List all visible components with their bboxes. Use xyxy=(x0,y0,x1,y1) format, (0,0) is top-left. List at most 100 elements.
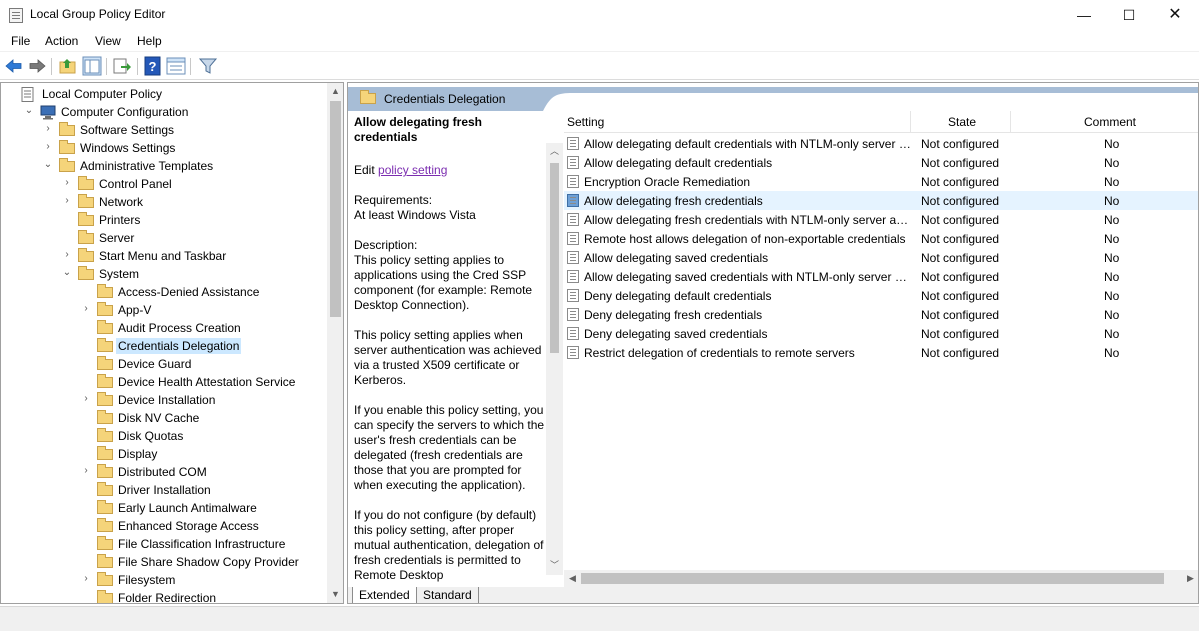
tree-node[interactable]: Folder Redirection xyxy=(1,589,325,603)
description-vertical-scrollbar[interactable]: ︿ ﹀ xyxy=(546,143,563,575)
tree-node[interactable]: Device Health Attestation Service xyxy=(1,373,325,391)
description-paragraph: If you enable this policy setting, you c… xyxy=(354,403,545,492)
tree-node[interactable]: › Start Menu and Taskbar xyxy=(1,247,325,265)
expand-chevron-icon[interactable]: › xyxy=(62,177,72,189)
show-hide-tree-icon[interactable] xyxy=(82,56,102,76)
menu-help[interactable]: Help xyxy=(137,34,162,48)
tree-node[interactable]: Early Launch Antimalware xyxy=(1,499,325,517)
menu-view[interactable]: View xyxy=(95,34,121,48)
column-header-setting[interactable]: Setting xyxy=(567,115,604,129)
policy-row[interactable]: Deny delegating default credentials Not c… xyxy=(564,286,1198,305)
policy-row[interactable]: Deny delegating saved credentials Not con… xyxy=(564,324,1198,343)
policy-row[interactable]: Deny delegating fresh credentials Not con… xyxy=(564,305,1198,324)
tree-node[interactable]: ⌄ System xyxy=(1,265,325,283)
menu-action[interactable]: Action xyxy=(45,34,78,48)
policy-setting-icon xyxy=(567,308,579,321)
no-expander xyxy=(81,519,91,531)
folder-icon xyxy=(97,356,113,370)
tree-node[interactable]: › Software Settings xyxy=(1,121,325,139)
expand-chevron-icon[interactable]: › xyxy=(81,573,91,585)
export-list-icon[interactable] xyxy=(112,56,132,76)
scroll-up-arrow-icon[interactable]: ▲ xyxy=(327,83,343,100)
tree-node[interactable]: Printers xyxy=(1,211,325,229)
policy-row[interactable]: Encryption Oracle Remediation Not configu… xyxy=(564,172,1198,191)
policy-row[interactable]: Allow delegating saved credentials with … xyxy=(564,267,1198,286)
scroll-up-arrow-icon[interactable]: ︿ xyxy=(546,143,563,160)
tree-node[interactable]: › Distributed COM xyxy=(1,463,325,481)
tree-node-label: Display xyxy=(118,447,158,461)
tree-node[interactable]: ⌄ Administrative Templates xyxy=(1,157,325,175)
expand-chevron-icon[interactable]: › xyxy=(62,249,72,261)
tree-node[interactable]: File Share Shadow Copy Provider xyxy=(1,553,325,571)
description-scroll-thumb[interactable] xyxy=(550,163,559,353)
no-expander xyxy=(81,321,91,333)
tree-node[interactable]: Disk NV Cache xyxy=(1,409,325,427)
minimize-button[interactable]: — xyxy=(1061,0,1107,30)
column-divider[interactable] xyxy=(1010,111,1011,133)
tree-node[interactable]: › Network xyxy=(1,193,325,211)
tree-node-label: Credentials Delegation xyxy=(116,338,242,354)
policy-row[interactable]: Remote host allows delegation of non-exp… xyxy=(564,229,1198,248)
expand-chevron-icon[interactable]: › xyxy=(62,195,72,207)
list-scroll-thumb[interactable] xyxy=(581,573,1164,584)
tree-node[interactable]: › Device Installation xyxy=(1,391,325,409)
collapse-chevron-icon[interactable]: ⌄ xyxy=(62,267,72,279)
scroll-down-arrow-icon[interactable]: ﹀ xyxy=(546,557,563,574)
policy-comment: No xyxy=(1104,270,1120,284)
policy-row[interactable]: Allow delegating fresh credentials with … xyxy=(564,210,1198,229)
menu-file[interactable]: File xyxy=(11,34,30,48)
tab-extended[interactable]: Extended xyxy=(352,587,417,603)
policy-row[interactable]: Allow delegating default credentials wit… xyxy=(564,134,1198,153)
policy-row[interactable]: Restrict delegation of credentials to re… xyxy=(564,343,1198,362)
expand-chevron-icon[interactable]: › xyxy=(43,141,53,153)
tree-node[interactable]: Device Guard xyxy=(1,355,325,373)
no-expander xyxy=(81,555,91,567)
tree-node[interactable]: ⌄ Computer Configuration xyxy=(1,103,325,121)
tree-node[interactable]: File Classification Infrastructure xyxy=(1,535,325,553)
up-folder-icon[interactable] xyxy=(58,56,78,76)
list-horizontal-scrollbar[interactable]: ◀ ▶ xyxy=(564,570,1198,587)
help-icon[interactable]: ? xyxy=(143,56,163,76)
expand-chevron-icon[interactable]: › xyxy=(43,123,53,135)
tree-node[interactable]: Driver Installation xyxy=(1,481,325,499)
scroll-down-arrow-icon[interactable]: ▼ xyxy=(327,586,343,603)
scroll-left-arrow-icon[interactable]: ◀ xyxy=(564,570,581,587)
edit-policy-setting-link[interactable]: policy setting xyxy=(378,163,447,177)
policy-row[interactable]: Allow delegating fresh credentials Not co… xyxy=(564,191,1198,210)
back-arrow-icon[interactable] xyxy=(4,56,24,76)
tree-node[interactable]: Disk Quotas xyxy=(1,427,325,445)
tree-node[interactable]: › Filesystem xyxy=(1,571,325,589)
column-header-state[interactable]: State xyxy=(948,115,976,129)
filter-icon[interactable] xyxy=(198,56,218,76)
tab-standard[interactable]: Standard xyxy=(416,587,479,603)
tree-node[interactable]: Display xyxy=(1,445,325,463)
tree-vertical-scrollbar[interactable]: ▲ ▼ xyxy=(327,83,343,603)
collapse-chevron-icon[interactable]: ⌄ xyxy=(43,159,53,171)
policy-comment: No xyxy=(1104,251,1120,265)
expand-chevron-icon[interactable]: › xyxy=(81,393,91,405)
maximize-button[interactable]: ☐ xyxy=(1106,0,1152,30)
collapse-chevron-icon[interactable]: ⌄ xyxy=(24,105,34,117)
policy-row[interactable]: Allow delegating saved credentials Not co… xyxy=(564,248,1198,267)
policy-state: Not configured xyxy=(921,232,1000,246)
tree-node[interactable]: Credentials Delegation xyxy=(1,337,325,355)
column-header-comment[interactable]: Comment xyxy=(1084,115,1136,129)
close-button[interactable]: ✕ xyxy=(1152,0,1198,30)
column-divider[interactable] xyxy=(910,111,911,133)
window-title: Local Group Policy Editor xyxy=(30,7,166,21)
tree-node[interactable]: Local Computer Policy xyxy=(1,85,325,103)
scroll-right-arrow-icon[interactable]: ▶ xyxy=(1182,570,1198,587)
tree-node[interactable]: Audit Process Creation xyxy=(1,319,325,337)
tree-node[interactable]: › Control Panel xyxy=(1,175,325,193)
forward-arrow-icon[interactable] xyxy=(27,56,47,76)
properties-icon[interactable] xyxy=(166,56,186,76)
tree-scroll-thumb[interactable] xyxy=(330,101,341,317)
tree-node[interactable]: Server xyxy=(1,229,325,247)
expand-chevron-icon[interactable]: › xyxy=(81,303,91,315)
tree-node[interactable]: Access-Denied Assistance xyxy=(1,283,325,301)
expand-chevron-icon[interactable]: › xyxy=(81,465,91,477)
tree-node[interactable]: › App-V xyxy=(1,301,325,319)
tree-node[interactable]: › Windows Settings xyxy=(1,139,325,157)
policy-row[interactable]: Allow delegating default credentials Not … xyxy=(564,153,1198,172)
tree-node[interactable]: Enhanced Storage Access xyxy=(1,517,325,535)
